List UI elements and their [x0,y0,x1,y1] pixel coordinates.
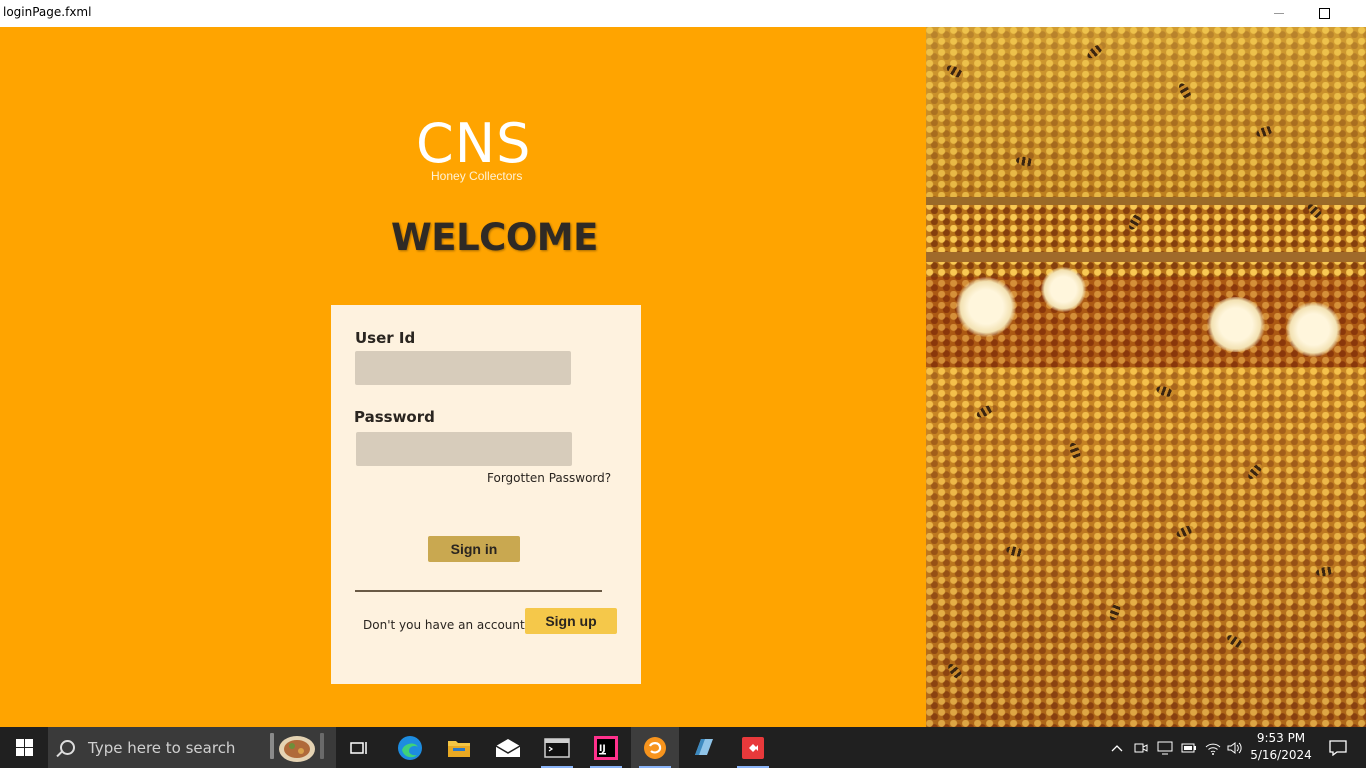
battery-icon [1181,743,1196,752]
camera-icon [1134,743,1148,752]
wifi-button[interactable] [1202,727,1224,768]
window-title: loginPage.fxml [3,5,92,19]
notifications-button[interactable] [1318,727,1358,768]
scene-builder-icon [644,736,666,759]
battery-button[interactable] [1178,727,1200,768]
sign-in-button[interactable]: Sign in [428,536,520,562]
search-icon [60,740,75,755]
git-icon [742,736,764,759]
password-input[interactable] [356,432,572,466]
chevron-up-icon [1111,744,1123,751]
minimize-button[interactable] [1256,0,1302,27]
display-icon [1157,741,1173,754]
edge-button[interactable] [386,727,434,768]
honeycomb-image [926,27,1366,727]
scene-builder-button[interactable] [631,727,679,768]
clock-time: 9:53 PM [1256,731,1306,745]
taskbar: Type here to search IJ 9:53 PM 5/16/2024 [0,727,1366,768]
logo-text: CNS [416,112,532,175]
windows-icon [15,739,33,756]
show-hidden-icons-button[interactable] [1106,727,1128,768]
terminal-icon [544,737,570,758]
taskbar-clock[interactable]: 9:53 PM 5/16/2024 [1248,730,1314,764]
java-app-button[interactable] [680,727,728,768]
meet-now-button[interactable] [1130,727,1152,768]
notification-icon [1329,739,1347,756]
mail-icon [495,738,521,757]
search-highlight-icon [270,733,324,762]
maximize-button[interactable] [1301,0,1347,27]
brand-logo: CNS Honey Collectors [410,112,545,184]
sign-up-button[interactable]: Sign up [525,608,617,634]
task-view-button[interactable] [336,727,384,768]
start-button[interactable] [0,727,48,768]
maximize-icon [1318,8,1330,19]
no-account-text: Don't you have an account? [363,618,532,632]
wifi-icon [1205,743,1221,755]
terminal-button[interactable] [533,727,581,768]
file-explorer-icon [448,740,470,757]
java-app-icon [695,738,713,755]
welcome-heading: WELCOME [391,216,598,259]
clock-date: 5/16/2024 [1250,748,1312,762]
divider [355,590,602,592]
login-card: User Id Password Forgotten Password? Sig… [331,305,641,684]
mail-button[interactable] [484,727,532,768]
login-panel: CNS Honey Collectors WELCOME User Id Pas… [0,27,926,727]
git-button[interactable] [729,727,777,768]
display-tray-button[interactable] [1154,727,1176,768]
svg-text:IJ: IJ [599,744,606,754]
user-id-input[interactable] [355,351,571,385]
forgot-password-link[interactable]: Forgotten Password? [487,471,611,485]
edge-icon [398,735,422,760]
intellij-icon: IJ [594,735,618,760]
file-explorer-button[interactable] [435,727,483,768]
window-titlebar: loginPage.fxml [0,0,1366,27]
search-placeholder: Type here to search [88,738,236,757]
logo-tagline: Honey Collectors [431,169,523,183]
user-id-label: User Id [355,329,416,347]
task-view-icon [350,741,367,754]
password-label: Password [354,408,435,426]
minimize-icon [1274,13,1284,14]
volume-icon [1227,741,1242,754]
intellij-button[interactable]: IJ [582,727,630,768]
volume-button[interactable] [1224,727,1246,768]
taskbar-search[interactable]: Type here to search [48,727,336,768]
